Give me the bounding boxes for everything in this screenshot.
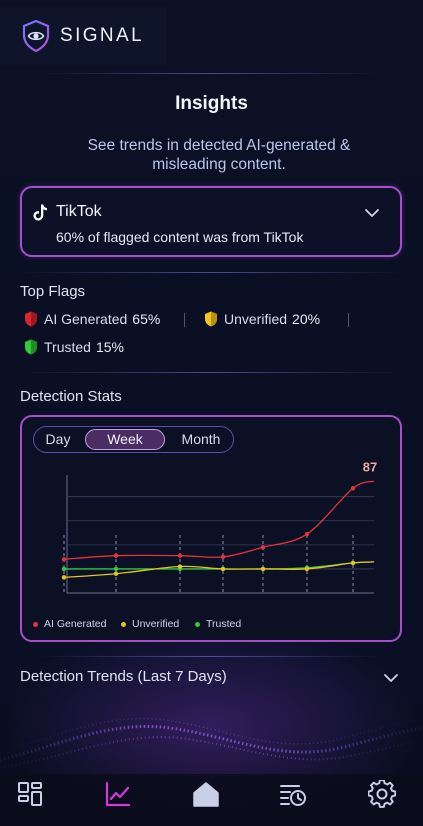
chevron-down-icon[interactable]	[383, 673, 399, 683]
flag-value: 65%	[132, 311, 161, 327]
insights-screen: SIGNAL Insights See trends in detected A…	[0, 0, 423, 826]
chevron-down-icon[interactable]	[364, 208, 380, 218]
data-point	[260, 566, 266, 572]
history-icon[interactable]	[279, 780, 307, 808]
data-point	[220, 566, 226, 572]
series-line-trusted	[64, 561, 375, 570]
data-point	[61, 566, 67, 572]
tiktok-icon	[33, 204, 47, 221]
flag-ai-generated: AI Generated 65%	[24, 311, 160, 327]
data-point	[260, 545, 266, 550]
home-icon[interactable]	[192, 780, 220, 808]
eye-shield-icon	[22, 20, 50, 52]
flag-value: 15%	[95, 339, 124, 355]
data-point	[113, 566, 119, 572]
legend-dot	[33, 621, 38, 627]
series-line-unverified	[63, 561, 375, 579]
legend-ai-generated: AI Generated	[33, 618, 106, 630]
particle-wave-decoration	[0, 717, 423, 769]
detection-trends-label[interactable]: Detection Trends (Last 7 Days)	[20, 668, 227, 685]
platform-name: TikTok	[56, 203, 102, 220]
legend-dot	[121, 621, 126, 627]
top-flags-label: Top Flags	[20, 283, 86, 300]
flag-trusted: Trusted 15%	[24, 339, 124, 355]
data-point	[61, 575, 67, 580]
detection-chart-card: Day Week Month 87 AI Generated Unverifie…	[20, 415, 402, 642]
section-divider	[20, 272, 402, 273]
flag-name: Trusted	[44, 339, 91, 355]
data-point	[304, 531, 310, 537]
app-name: SIGNAL	[60, 25, 145, 46]
platform-selector[interactable]: TikTok 60% of flagged content was from T…	[20, 186, 402, 257]
shield-icon	[205, 311, 217, 327]
flag-separator	[348, 313, 349, 327]
data-point	[177, 553, 183, 558]
chart-icon[interactable]	[104, 780, 132, 808]
section-divider	[20, 372, 402, 373]
app-logo[interactable]: SIGNAL	[0, 7, 166, 65]
peak-value-label: 87	[363, 459, 377, 474]
flag-separator	[184, 313, 185, 327]
platform-stat: 60% of flagged content was from TikTok	[56, 229, 304, 245]
flag-unverified: Unverified 20%	[204, 311, 320, 327]
data-point	[350, 486, 356, 491]
legend-trusted: Trusted	[195, 618, 241, 630]
data-point	[220, 554, 226, 560]
shield-icon	[25, 339, 37, 355]
data-point	[113, 553, 119, 558]
legend-label: AI Generated	[44, 618, 107, 630]
legend-unverified: Unverified	[121, 618, 179, 630]
data-point	[350, 560, 356, 566]
section-divider	[40, 656, 380, 657]
detection-stats-label: Detection Stats	[20, 388, 122, 405]
data-point	[304, 566, 310, 572]
legend-label: Unverified	[132, 618, 180, 630]
header-divider	[40, 73, 380, 74]
data-point	[113, 571, 119, 576]
gear-icon[interactable]	[368, 780, 396, 808]
flag-name: AI Generated	[44, 311, 128, 327]
legend-dot	[195, 621, 200, 627]
legend-label: Trusted	[206, 618, 242, 630]
page-subtitle: See trends in detected AI-generated & mi…	[87, 137, 351, 173]
bottom-nav	[0, 774, 423, 826]
shield-icon	[25, 311, 37, 327]
data-point	[61, 557, 67, 562]
series-line-ai-generated	[63, 480, 375, 560]
grid-icon[interactable]	[16, 780, 44, 808]
flag-value: 20%	[292, 311, 321, 327]
flag-name: Unverified	[224, 311, 288, 327]
data-point	[177, 564, 183, 569]
page-title: Insights	[175, 93, 248, 114]
detection-line-chart: 87	[61, 459, 377, 594]
